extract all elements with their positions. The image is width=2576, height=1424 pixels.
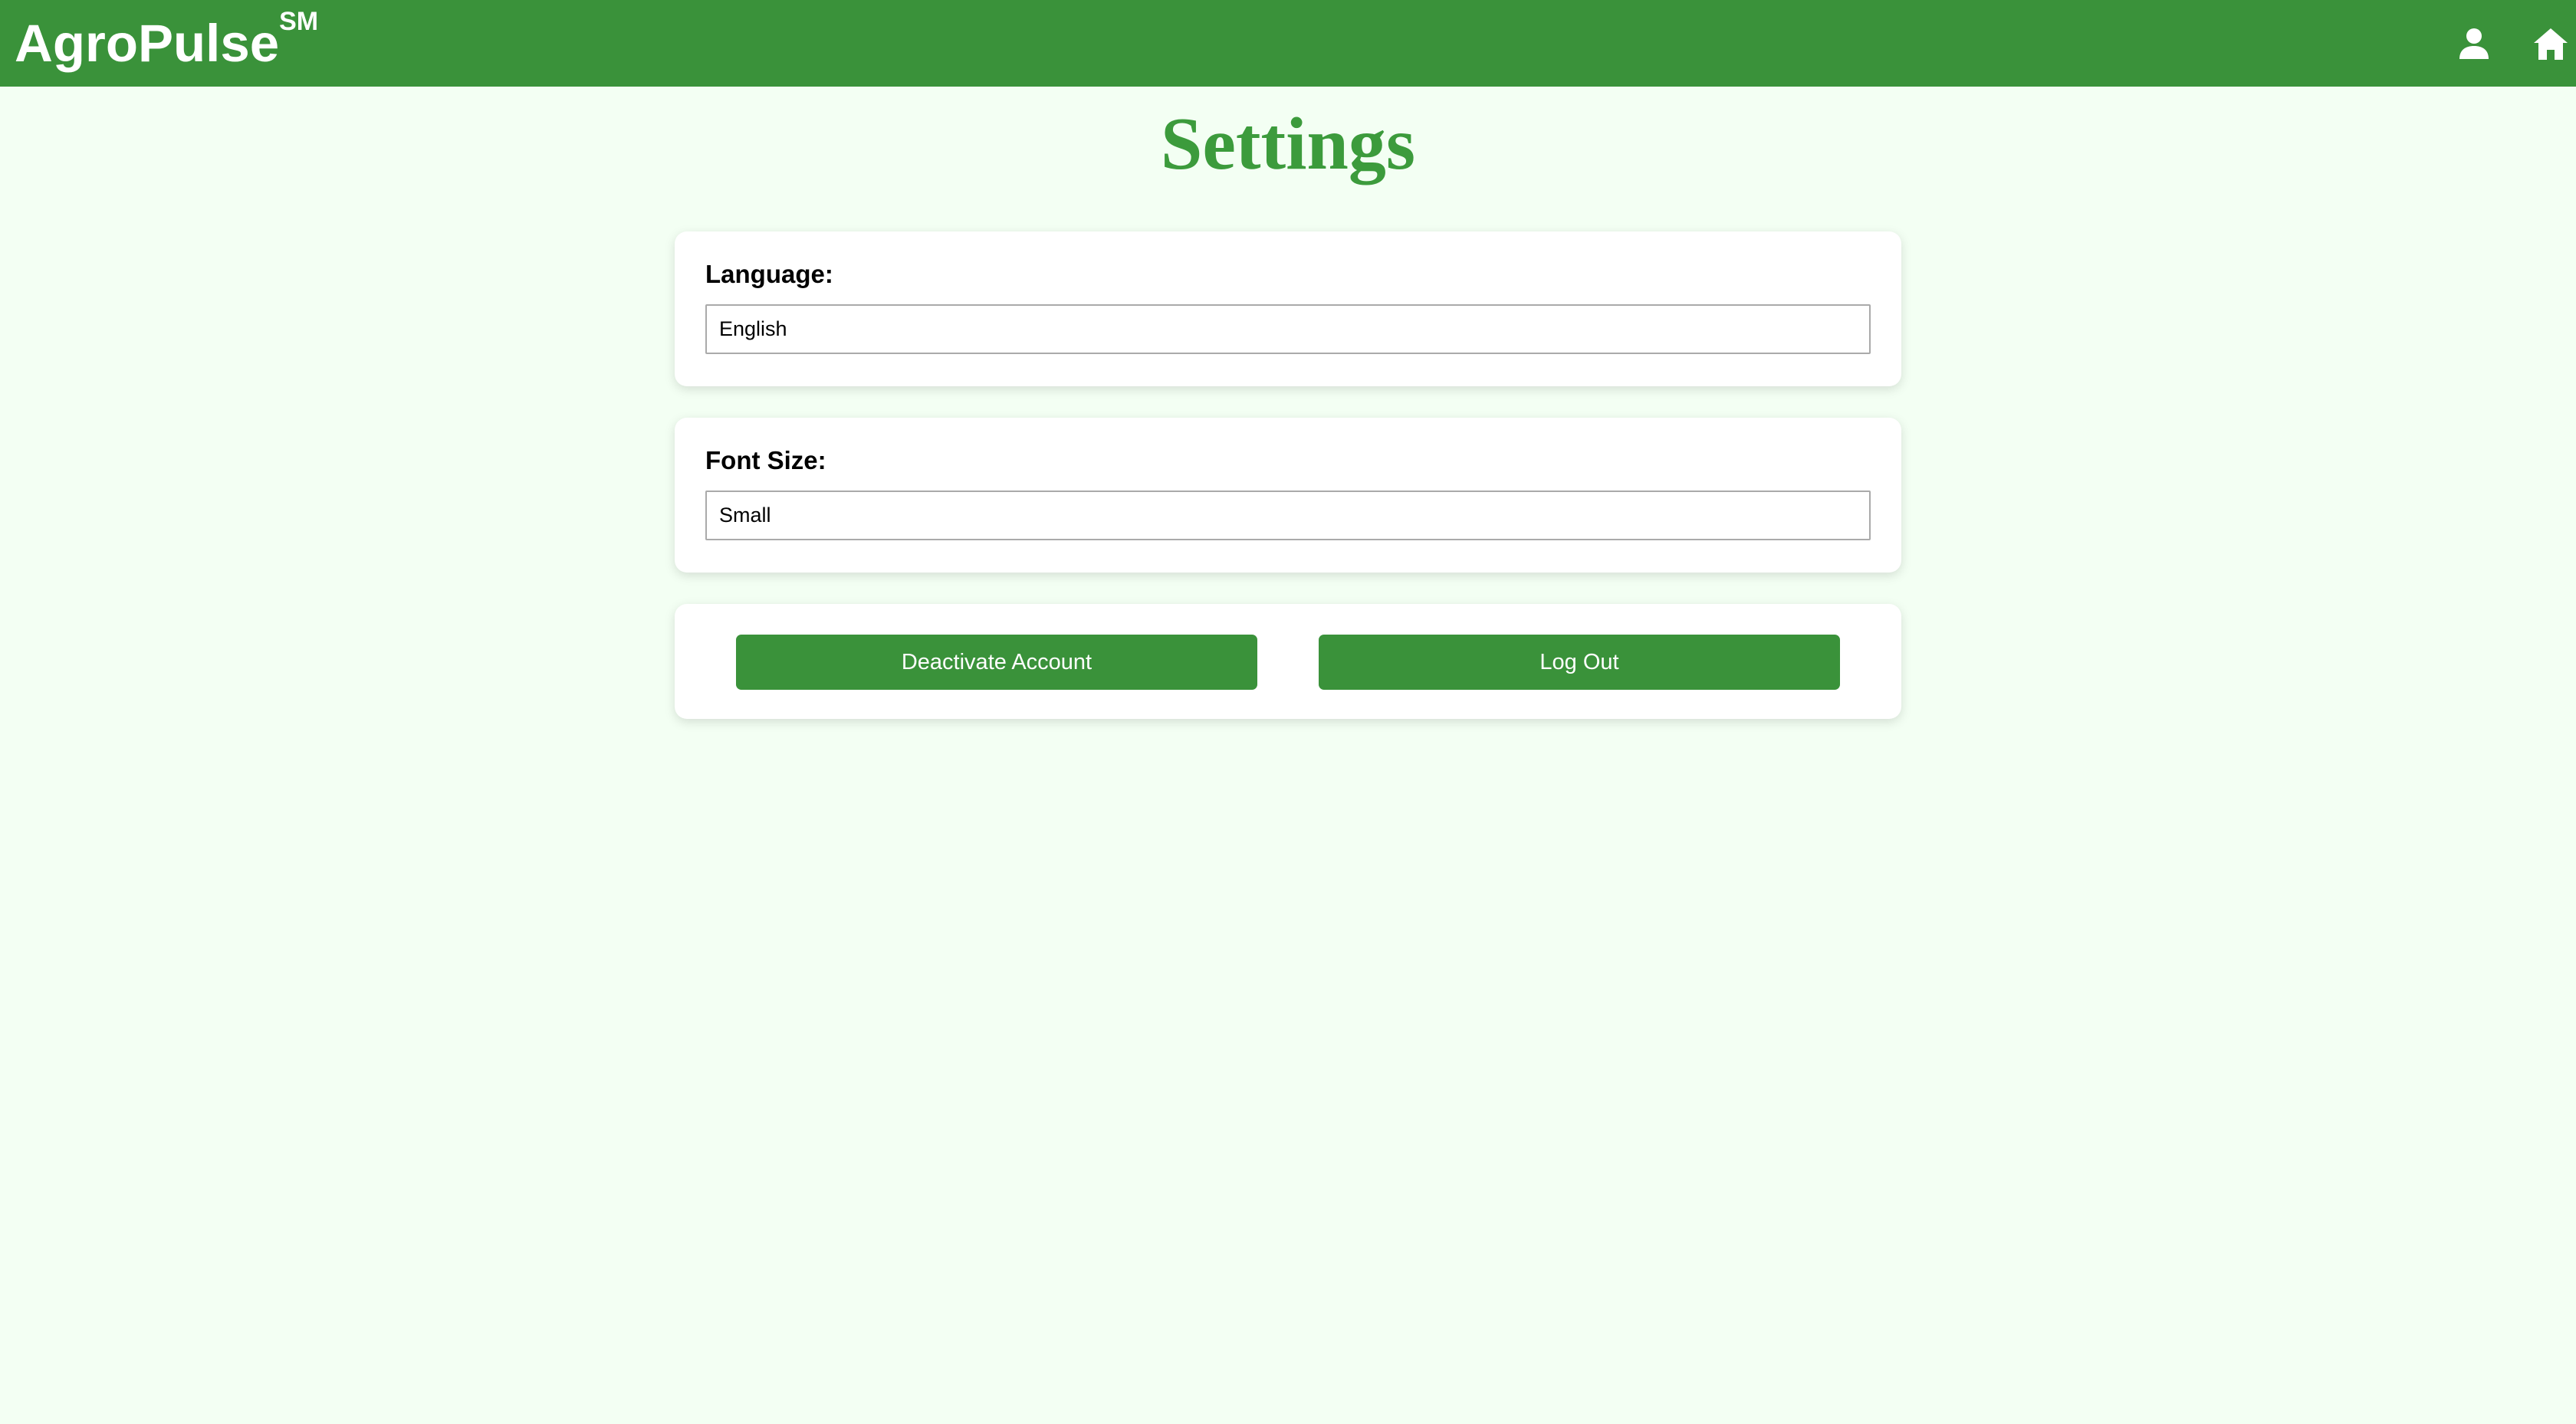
page-title: Settings [1160, 103, 1416, 185]
language-setting-card: Language: [675, 231, 1901, 386]
deactivate-account-button[interactable]: Deactivate Account [736, 635, 1257, 690]
app-logo[interactable]: AgroPulseSM [15, 7, 318, 77]
font-size-setting-card: Font Size: [675, 418, 1901, 573]
log-out-button[interactable]: Log Out [1319, 635, 1840, 690]
account-actions-card: Deactivate Account Log Out [675, 604, 1901, 719]
user-icon[interactable] [2456, 25, 2492, 62]
font-size-input[interactable] [705, 491, 1871, 540]
app-name: AgroPulse [15, 14, 280, 73]
font-size-label: Font Size: [705, 446, 826, 474]
service-mark: SM [279, 7, 319, 36]
language-input[interactable] [705, 304, 1871, 354]
home-icon[interactable] [2532, 25, 2569, 62]
top-nav-bar: AgroPulseSM [0, 0, 2576, 87]
language-label: Language: [705, 260, 833, 288]
